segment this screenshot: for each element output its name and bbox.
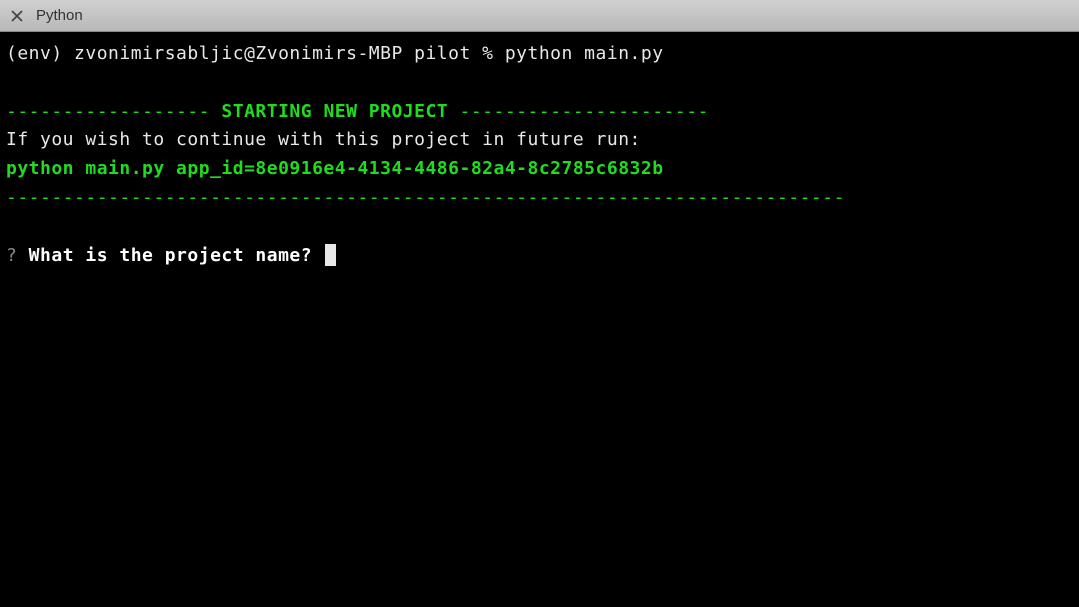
project-header: ------------------ STARTING NEW PROJECT … <box>6 98 1073 127</box>
question-text: What is the project name? <box>17 245 323 266</box>
window-title: Python <box>36 7 83 24</box>
shell-prompt-line: (env) zvonimirsabljic@Zvonimirs-MBP pilo… <box>6 40 1073 69</box>
terminal-body[interactable]: (env) zvonimirsabljic@Zvonimirs-MBP pilo… <box>0 32 1079 607</box>
blank-line <box>6 69 1073 98</box>
prompt-question: ? What is the project name? <box>6 242 1073 271</box>
continue-command: python main.py app_id=8e0916e4-4134-4486… <box>6 155 1073 184</box>
blank-line <box>6 213 1073 242</box>
divider-line: ----------------------------------------… <box>6 184 1073 213</box>
close-icon[interactable] <box>10 9 24 23</box>
continue-message: If you wish to continue with this projec… <box>6 126 1073 155</box>
text-cursor[interactable] <box>325 244 336 266</box>
question-mark-icon: ? <box>6 245 17 266</box>
window-title-bar: Python <box>0 0 1079 32</box>
